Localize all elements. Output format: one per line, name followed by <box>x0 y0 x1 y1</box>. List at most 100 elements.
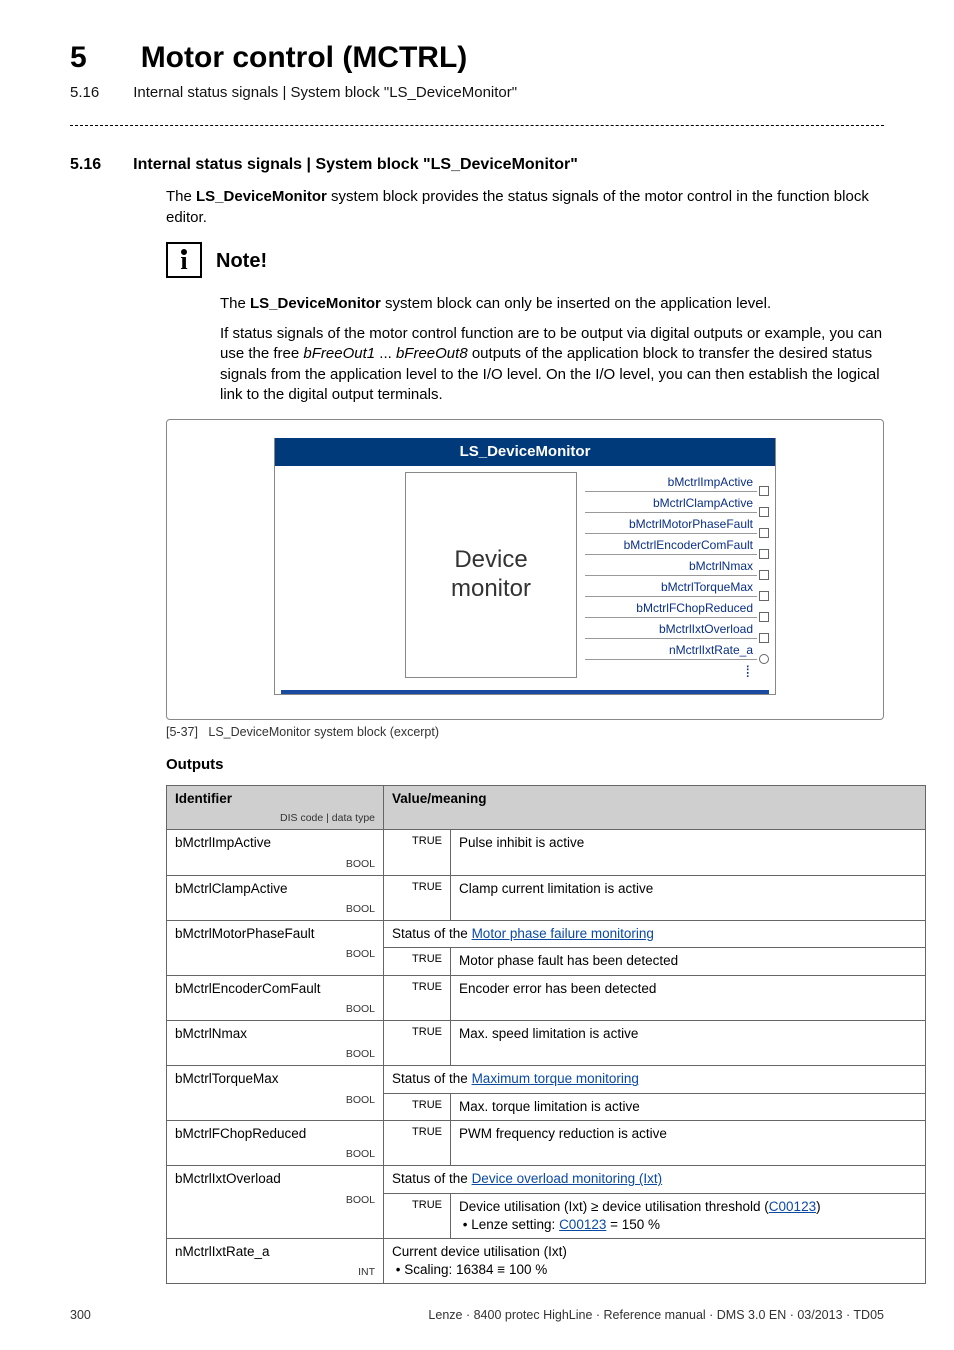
signal-label: nMctrlIxtRate_a <box>669 642 753 658</box>
text: The <box>166 188 196 205</box>
value-meaning: Max. torque limitation is active <box>451 1093 926 1120</box>
section-heading: 5.16 Internal status signals | System bl… <box>70 154 884 176</box>
text: Status of the <box>392 1071 472 1086</box>
identifier: bMctrlFChopReduced <box>175 1126 306 1141</box>
datatype: BOOL <box>175 857 375 871</box>
value-flag: TRUE <box>384 1193 451 1238</box>
diagram-frame: LS_DeviceMonitor Device monitor bMctrlIm… <box>166 419 884 720</box>
section-title: Internal status signals | System block "… <box>133 154 578 176</box>
text: The <box>220 295 250 312</box>
text-italic: bFreeOut8 <box>396 345 468 362</box>
text-bold: LS_DeviceMonitor <box>250 295 381 312</box>
text: system block can only be inserted on the… <box>381 295 771 312</box>
signal-output: bMctrlTorqueMax <box>585 577 769 597</box>
table-row: bMctrlImpActive BOOL TRUE Pulse inhibit i… <box>167 830 926 875</box>
signal-output: bMctrlMotorPhaseFault <box>585 514 769 534</box>
note-block: ı Note! <box>166 242 884 278</box>
link-motor-phase-monitoring[interactable]: Motor phase failure monitoring <box>472 926 654 941</box>
ellipsis-icon: ⁞ <box>585 661 769 678</box>
text: • Lenze setting: <box>463 1217 559 1232</box>
subchapter-header: 5.16 Internal status signals | System bl… <box>70 83 884 103</box>
chapter-title: Motor control (MCTRL) <box>141 38 468 79</box>
subchapter-number: 5.16 <box>70 83 99 103</box>
value-meaning: Motor phase fault has been detected <box>451 948 926 975</box>
identifier: bMctrlNmax <box>175 1026 247 1041</box>
signal-label: bMctrlEncoderComFault <box>624 537 753 553</box>
value-meaning: Encoder error has been detected <box>451 975 926 1020</box>
chapter-header: 5 Motor control (MCTRL) <box>70 38 884 79</box>
subchapter-title: Internal status signals | System block "… <box>133 83 517 103</box>
chapter-number: 5 <box>70 38 87 79</box>
status-line: Status of the Device overload monitoring… <box>384 1166 926 1193</box>
table-header-row: Identifier DIS code | data type Value/me… <box>167 786 926 830</box>
signal-label: bMctrlMotorPhaseFault <box>629 516 753 532</box>
value-flag: TRUE <box>384 1120 451 1165</box>
value-meaning: Pulse inhibit is active <box>451 830 926 875</box>
datatype: INT <box>175 1265 375 1279</box>
page-footer: 300 Lenze · 8400 protec HighLine · Refer… <box>70 1307 884 1324</box>
identifier: bMctrlMotorPhaseFault <box>175 926 315 941</box>
status-line: Status of the Motor phase failure monito… <box>384 921 926 948</box>
text: Current device utilisation (Ixt) <box>392 1244 567 1259</box>
footer-text: Lenze · 8400 protec HighLine · Reference… <box>428 1307 884 1324</box>
table-row: bMctrlIxtOverloadBOOL Status of the Devi… <box>167 1166 926 1193</box>
table-row: bMctrlTorqueMaxBOOL Status of the Maximu… <box>167 1066 926 1093</box>
note-text: The LS_DeviceMonitor system block can on… <box>220 294 884 405</box>
diagram-underbar <box>281 690 769 694</box>
signal-output: bMctrlNmax <box>585 556 769 576</box>
value-flag: TRUE <box>384 975 451 1020</box>
intro-paragraph: The LS_DeviceMonitor system block provid… <box>166 187 884 228</box>
signal-label: bMctrlClampActive <box>653 495 753 511</box>
signal-output: bMctrlEncoderComFault <box>585 535 769 555</box>
text: ) <box>816 1199 821 1214</box>
link-c00123[interactable]: C00123 <box>769 1199 816 1214</box>
value-flag: TRUE <box>384 830 451 875</box>
identifier: nMctrlIxtRate_a <box>175 1244 270 1259</box>
signal-label: bMctrlTorqueMax <box>661 579 753 595</box>
table-row: nMctrlIxtRate_a INT Current device utilis… <box>167 1238 926 1283</box>
datatype: BOOL <box>175 1093 375 1107</box>
value-meaning: Current device utilisation (Ixt) • Scali… <box>384 1238 926 1283</box>
value-meaning: Clamp current limitation is active <box>451 875 926 920</box>
text: Status of the <box>392 926 472 941</box>
identifier: bMctrlImpActive <box>175 835 271 850</box>
link-c00123[interactable]: C00123 <box>559 1217 606 1232</box>
link-device-overload-monitoring[interactable]: Device overload monitoring (Ixt) <box>472 1171 663 1186</box>
value-flag: TRUE <box>384 948 451 975</box>
datatype: BOOL <box>175 1147 375 1161</box>
datatype: BOOL <box>175 902 375 916</box>
text: monitor <box>451 575 531 602</box>
outputs-heading: Outputs <box>166 755 884 775</box>
signal-output: bMctrlImpActive <box>585 472 769 492</box>
signal-label: bMctrlImpActive <box>668 474 753 490</box>
info-icon: ı <box>166 242 202 278</box>
note-title: Note! <box>216 248 267 278</box>
text: Device utilisation (Ixt) ≥ device utilis… <box>459 1199 769 1214</box>
identifier: bMctrlEncoderComFault <box>175 981 321 996</box>
signal-output: bMctrlClampActive <box>585 493 769 513</box>
signal-output: nMctrlIxtRate_a <box>585 640 769 660</box>
table-row: bMctrlEncoderComFaultBOOL TRUE Encoder e… <box>167 975 926 1020</box>
signal-output: bMctrlIxtOverload <box>585 619 769 639</box>
page-number: 300 <box>70 1307 91 1324</box>
signal-label: bMctrlIxtOverload <box>659 621 753 637</box>
datatype: BOOL <box>175 1193 375 1207</box>
text-italic: bFreeOut1 <box>303 345 375 362</box>
section-number: 5.16 <box>70 154 101 176</box>
value-meaning: Device utilisation (Ixt) ≥ device utilis… <box>451 1193 926 1238</box>
text: = 150 % <box>606 1217 660 1232</box>
outputs-table: Identifier DIS code | data type Value/me… <box>166 785 926 1284</box>
table-row: bMctrlClampActiveBOOL TRUE Clamp current… <box>167 875 926 920</box>
link-max-torque-monitoring[interactable]: Maximum torque monitoring <box>472 1071 639 1086</box>
diagram-caption: [5-37] LS_DeviceMonitor system block (ex… <box>166 724 884 741</box>
col-identifier: Identifier DIS code | data type <box>167 786 384 830</box>
diagram-device-box: Device monitor <box>405 472 577 678</box>
table-row: bMctrlMotorPhaseFaultBOOL Status of the … <box>167 921 926 948</box>
col-value: Value/meaning <box>384 786 926 830</box>
datatype: BOOL <box>175 947 375 961</box>
value-flag: TRUE <box>384 1021 451 1066</box>
value-flag: TRUE <box>384 875 451 920</box>
text-bold: LS_DeviceMonitor <box>196 188 327 205</box>
table-row: bMctrlFChopReduced BOOL TRUE PWM frequenc… <box>167 1120 926 1165</box>
value-meaning: PWM frequency reduction is active <box>451 1120 926 1165</box>
